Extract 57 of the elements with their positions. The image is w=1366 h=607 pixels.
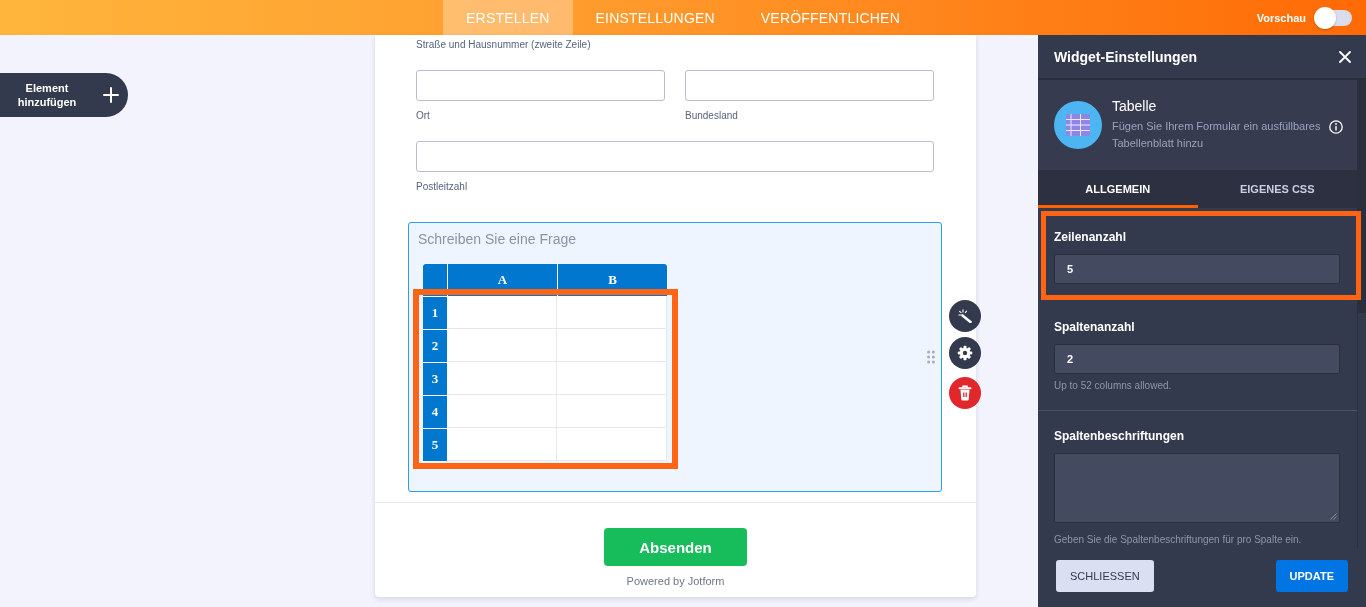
cell-input-field[interactable] (447, 362, 557, 395)
field-label: Bundesland (685, 110, 739, 122)
field-label: Postleitzahl (416, 181, 469, 193)
cell-input-field[interactable] (557, 329, 667, 362)
row-number: 1 (423, 296, 447, 329)
setting-hint: Geben Sie die Spaltenbeschriftungen für pro Spalte ein. (1054, 533, 1303, 546)
setting-label: Spaltenanzahl (1054, 320, 1136, 334)
cell-input-field[interactable] (447, 428, 557, 461)
close-panel-button[interactable]: SCHLIESSEN (1056, 560, 1154, 592)
cell-input-field[interactable] (557, 428, 667, 461)
cell-input-field[interactable] (557, 296, 667, 329)
setting-label: Spaltenbeschriftungen (1054, 429, 1185, 443)
text-input-field[interactable] (416, 141, 934, 172)
plus-icon (103, 87, 119, 103)
cell-input-field[interactable] (447, 395, 557, 428)
scrollbar-thumb[interactable] (1358, 80, 1366, 313)
row-number: 5 (423, 428, 447, 461)
close-icon (1339, 50, 1351, 63)
trash-icon (958, 385, 972, 401)
widget-name: Tabelle (1112, 98, 1158, 115)
cell-input-field[interactable] (557, 395, 667, 428)
update-button[interactable]: UPDATE (1275, 560, 1348, 592)
text-input-field[interactable] (685, 70, 934, 101)
preview-toggle[interactable] (1314, 6, 1352, 29)
settings-button[interactable] (949, 337, 981, 369)
powered-by-text: Powered by Jotform (626, 575, 725, 588)
panel-title: Widget-Einstellungen (1054, 48, 1197, 65)
gear-icon (957, 345, 973, 361)
panel-tab[interactable]: EIGENES CSS (1197, 170, 1357, 208)
magic-wand-icon (958, 309, 972, 323)
cell-input-field[interactable] (447, 296, 557, 329)
table-icon (1054, 101, 1102, 149)
drag-handle-icon[interactable] (927, 350, 935, 364)
scrollbar[interactable] (1357, 80, 1366, 548)
add-element-button[interactable]: Element hinzufügen (0, 73, 128, 117)
preview-label: Vorschau (1256, 11, 1306, 24)
setting-label: Zeilenanzahl (1054, 230, 1128, 244)
field-label: Straße und Hausnummer (zweite Zeile) (416, 39, 592, 51)
row-number: 2 (423, 329, 447, 362)
number-input-field[interactable]: 2 (1054, 344, 1340, 374)
text-input-field[interactable] (416, 70, 665, 101)
number-input-field[interactable]: 5 (1054, 254, 1340, 284)
close-button[interactable] (1339, 50, 1351, 63)
row-number: 3 (423, 362, 447, 395)
row-number: 4 (423, 395, 447, 428)
field-label: Ort (416, 110, 431, 122)
delete-button[interactable] (949, 377, 981, 409)
panel-tab[interactable]: ALLGEMEIN (1038, 170, 1198, 208)
widget-description: Fügen Sie Ihrem Formular ein ausfüllbares Tabellenblatt hinzu (1112, 119, 1322, 151)
cell-input-field[interactable] (557, 362, 667, 395)
textarea-field[interactable] (1054, 453, 1340, 523)
magic-wand-button[interactable] (949, 300, 981, 332)
cell-input-field[interactable] (447, 329, 557, 362)
setting-hint: Up to 52 columns allowed. (1054, 379, 1173, 392)
resize-grip-icon[interactable] (1330, 513, 1337, 520)
question-input-field[interactable]: Schreiben Sie eine Frage (418, 230, 932, 247)
info-icon[interactable] (1329, 120, 1343, 134)
